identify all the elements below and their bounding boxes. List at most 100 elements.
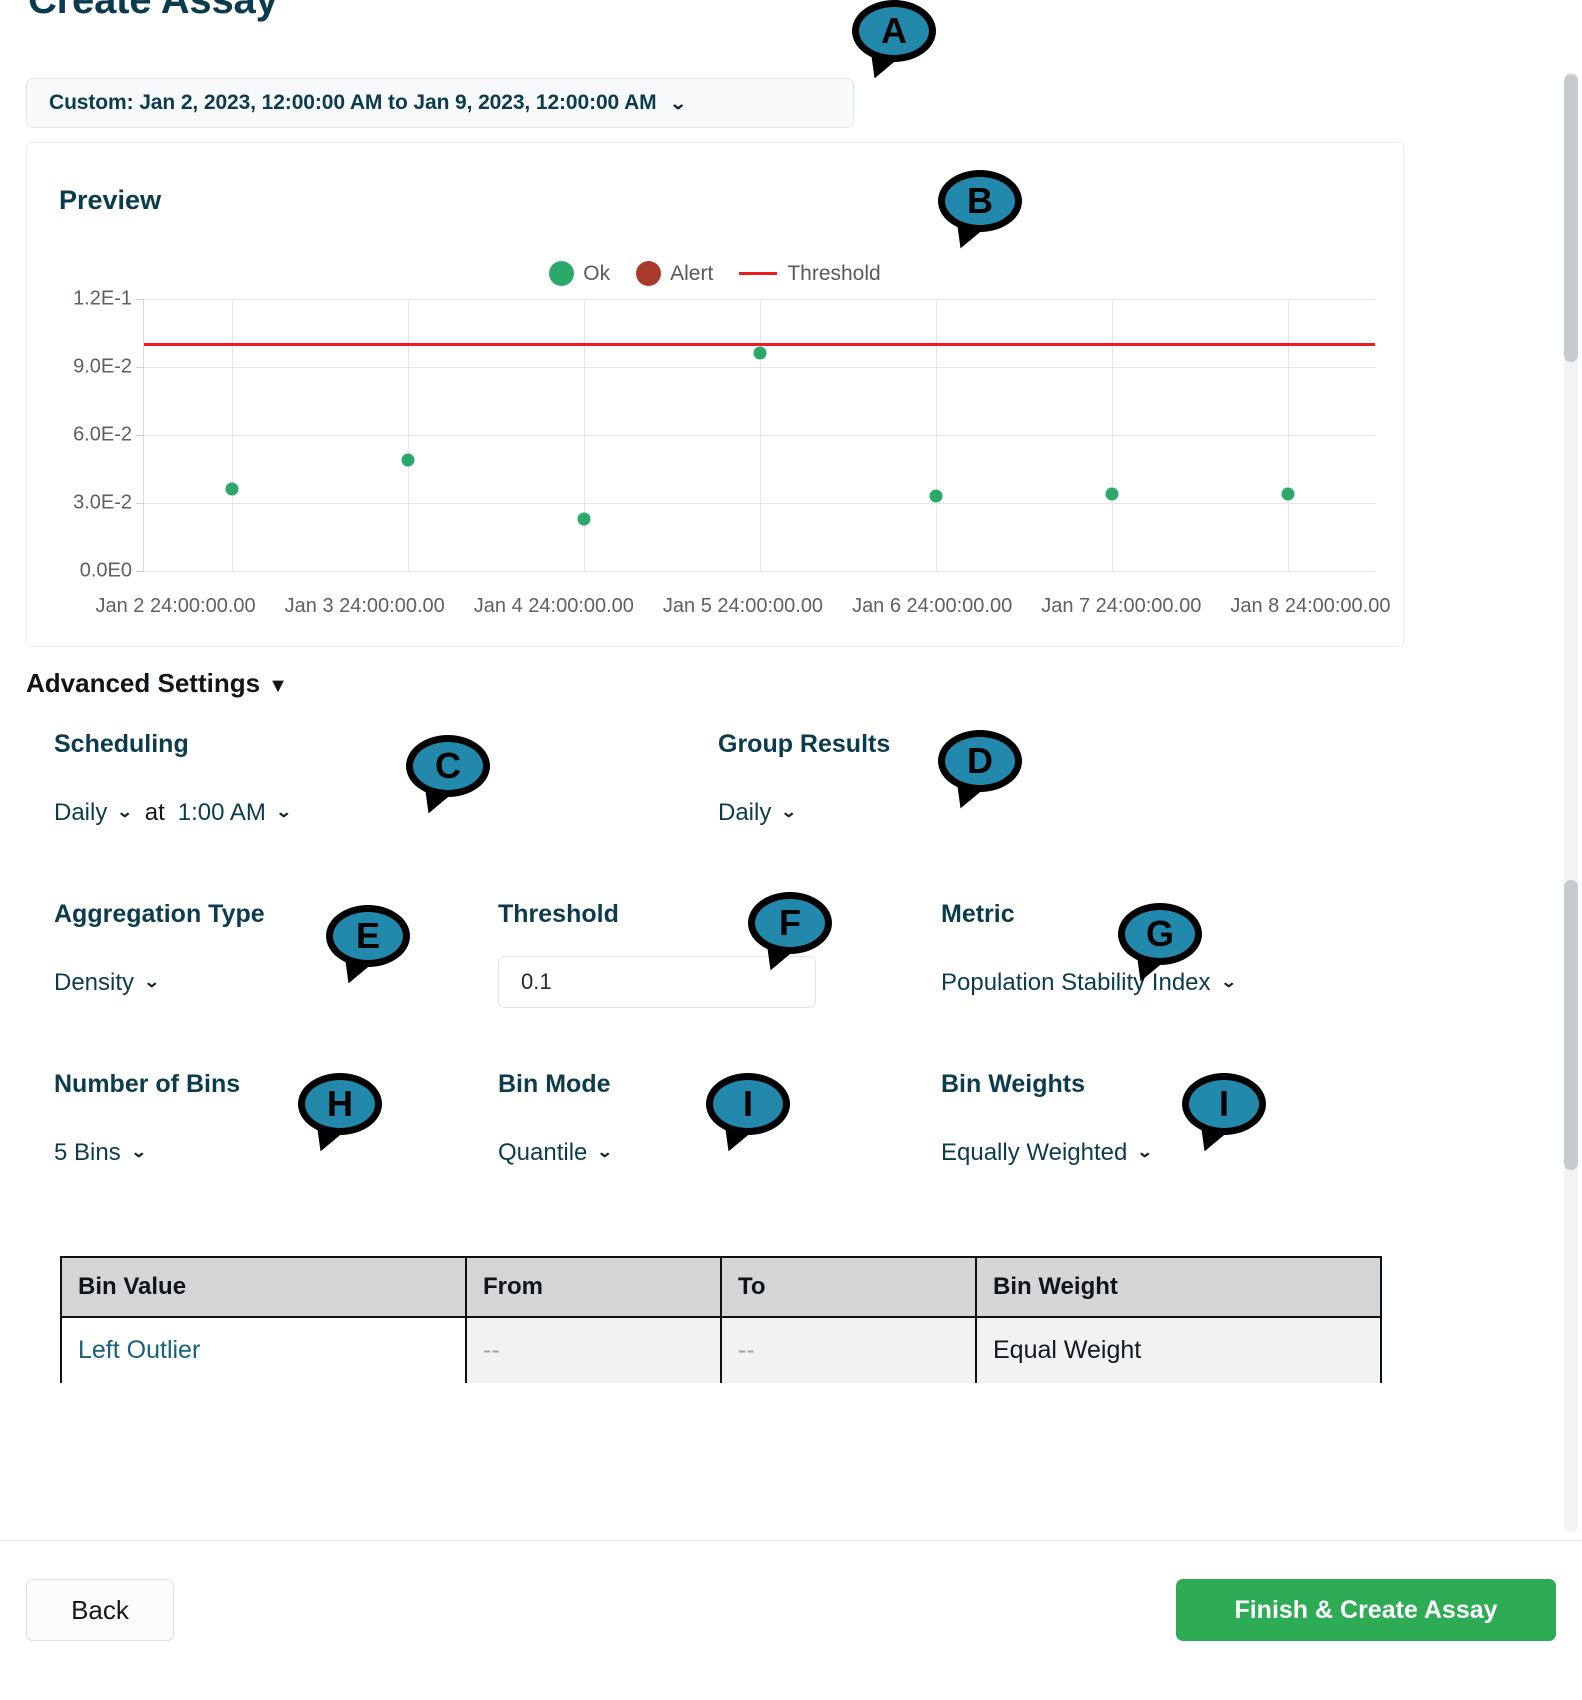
chevron-down-icon: ⌄ (780, 804, 798, 821)
aggregation-type-dropdown[interactable]: Density ⌄ (54, 969, 160, 997)
chart-y-tick-mark (136, 299, 144, 300)
footer-bar: Back Finish & Create Assay (0, 1540, 1582, 1700)
alert-dot-icon (636, 261, 662, 286)
create-assay-page: Create Assay Custom: Jan 2, 2023, 12:00:… (0, 0, 1582, 1700)
chart-gridline-vertical (936, 299, 937, 571)
scheduling-at-text: at (144, 799, 165, 826)
chevron-down-icon: ⌄ (1219, 974, 1237, 991)
back-button[interactable]: Back (26, 1579, 174, 1641)
chart-gridline-horizontal (144, 571, 1375, 572)
legend-label-alert: Alert (670, 261, 714, 285)
bin-table-col-bin-value: Bin Value (60, 1256, 467, 1318)
settings-row-scheduling: Scheduling Daily ⌄ at 1:00 AM ⌄ Group Re… (26, 730, 1404, 900)
metric-label: Metric (941, 900, 1015, 928)
bin-to-cell: -- (720, 1317, 977, 1383)
date-range-dropdown[interactable]: Custom: Jan 2, 2023, 12:00:00 AM to Jan … (26, 78, 854, 128)
chart-y-tick-label: 3.0E-2 (73, 491, 132, 514)
chart-plot-area: 0.0E0 3.0E-2 6.0E-2 9.0E-2 1.2E-1 (73, 288, 1375, 582)
group-results-dropdown[interactable]: Daily ⌄ (718, 799, 798, 827)
chart-x-tick-label: Jan 5 24:00:00.00 (662, 595, 824, 617)
field-scheduling: Scheduling Daily ⌄ at 1:00 AM ⌄ (54, 730, 292, 827)
chart-x-tick-label: Jan 8 24:00:00.00 (1230, 595, 1391, 617)
chart-gridline-vertical (232, 299, 233, 571)
callout-a: A (852, 0, 936, 84)
legend-label-ok: Ok (583, 261, 611, 285)
number-of-bins-value: 5 Bins (54, 1139, 121, 1166)
chart-y-tick-label: 9.0E-2 (73, 355, 132, 378)
bin-from-cell: -- (465, 1317, 722, 1383)
page-scrollbar-thumb-upper[interactable] (1564, 74, 1578, 362)
advanced-settings-grid: Scheduling Daily ⌄ at 1:00 AM ⌄ Group Re… (26, 730, 1404, 1240)
chart-y-tick-mark (136, 367, 144, 368)
group-results-value: Daily (718, 799, 772, 826)
finish-create-assay-button[interactable]: Finish & Create Assay (1176, 1579, 1556, 1641)
scheduling-frequency-dropdown[interactable]: Daily ⌄ (54, 799, 134, 827)
chart-gridline-vertical (408, 299, 409, 571)
chart-data-point[interactable] (577, 512, 591, 526)
scheduling-time-dropdown[interactable]: 1:00 AM ⌄ (177, 799, 292, 827)
page-title: Create Assay (28, 0, 278, 22)
threshold-line-icon (739, 272, 778, 275)
chevron-down-icon: ⌄ (1136, 1144, 1154, 1161)
chart-gridline-vertical (760, 299, 761, 571)
chart-x-tick-label: Jan 2 24:00:00.00 (95, 595, 256, 617)
field-bin-weights: Bin Weights Equally Weighted ⌄ (941, 1070, 1154, 1167)
field-number-of-bins: Number of Bins 5 Bins ⌄ (54, 1070, 240, 1167)
number-of-bins-dropdown[interactable]: 5 Bins ⌄ (54, 1139, 147, 1167)
bin-table: Bin Value From To Bin Weight Left Outlie… (60, 1256, 1382, 1383)
bin-weights-label: Bin Weights (941, 1070, 1085, 1098)
chart-data-point[interactable] (929, 489, 943, 503)
chart-data-point[interactable] (753, 346, 767, 360)
bin-weights-value: Equally Weighted (941, 1139, 1128, 1166)
bin-weights-dropdown[interactable]: Equally Weighted ⌄ (941, 1139, 1154, 1167)
chart-y-tick-label: 1.2E-1 (73, 287, 132, 310)
legend-label-threshold: Threshold (787, 261, 881, 285)
chevron-down-icon: ⌄ (130, 1144, 147, 1161)
metric-value: Population Stability Index (941, 969, 1211, 996)
field-threshold: Threshold (498, 900, 816, 1008)
callout-a-label: A (852, 0, 936, 62)
chart-data-point[interactable] (1281, 487, 1295, 501)
bin-weight-cell: Equal Weight (975, 1317, 1382, 1383)
legend-item-ok: Ok (549, 261, 610, 286)
page-scrollbar-thumb-lower[interactable] (1564, 880, 1578, 1170)
table-row: Left Outlier -- -- Equal Weight (60, 1317, 1382, 1383)
settings-row-aggregation: Aggregation Type Density ⌄ Threshold Met… (26, 900, 1404, 1070)
chart-x-tick-label: Jan 4 24:00:00.00 (473, 595, 634, 617)
scheduling-time-value: 1:00 AM (177, 799, 266, 826)
chart-data-point[interactable] (1105, 487, 1119, 501)
chart-x-axis-labels: Jan 2 24:00:00.00 Jan 3 24:00:00.00 Jan 4 … (81, 595, 1405, 618)
threshold-input[interactable] (498, 956, 816, 1008)
bin-mode-label: Bin Mode (498, 1070, 611, 1098)
chart-y-tick-mark (136, 435, 144, 436)
threshold-label: Threshold (498, 900, 619, 928)
chevron-down-icon: ⌄ (668, 93, 687, 113)
settings-row-bins: Number of Bins 5 Bins ⌄ Bin Mode Quantil… (26, 1070, 1404, 1240)
chart-gridline-vertical (584, 299, 585, 571)
bin-table-col-from: From (465, 1256, 722, 1318)
chart-x-tick-label: Jan 6 24:00:00.00 (852, 595, 1013, 617)
chart-data-point[interactable] (225, 482, 239, 496)
legend-item-threshold: Threshold (739, 261, 881, 286)
chevron-down-icon: ⌄ (116, 804, 134, 821)
preview-chart: Ok Alert Threshold 0.0E0 3.0E-2 6.0E-2 9.0E… (27, 143, 1403, 646)
chart-y-tick-mark (136, 571, 144, 572)
advanced-settings-toggle[interactable]: Advanced Settings ▼ (26, 668, 288, 699)
bin-table-col-to: To (720, 1256, 977, 1318)
bin-mode-value: Quantile (498, 1139, 588, 1166)
chart-y-tick-label: 6.0E-2 (73, 423, 132, 446)
metric-dropdown[interactable]: Population Stability Index ⌄ (941, 969, 1237, 997)
chart-y-tick-mark (136, 503, 144, 504)
aggregation-type-value: Density (54, 969, 135, 996)
chart-threshold-line (144, 343, 1375, 347)
legend-item-alert: Alert (636, 261, 713, 286)
chart-y-tick-label: 0.0E0 (79, 559, 132, 582)
chevron-down-icon: ⌄ (596, 1144, 614, 1161)
bin-table-col-bin-weight: Bin Weight (975, 1256, 1382, 1318)
bin-mode-dropdown[interactable]: Quantile ⌄ (498, 1139, 614, 1167)
chart-data-point[interactable] (401, 453, 415, 467)
chevron-down-icon: ⌄ (275, 804, 292, 821)
chart-x-tick-label: Jan 7 24:00:00.00 (1041, 595, 1202, 617)
bin-value-cell: Left Outlier (60, 1317, 467, 1383)
advanced-settings-label: Advanced Settings (26, 668, 261, 698)
